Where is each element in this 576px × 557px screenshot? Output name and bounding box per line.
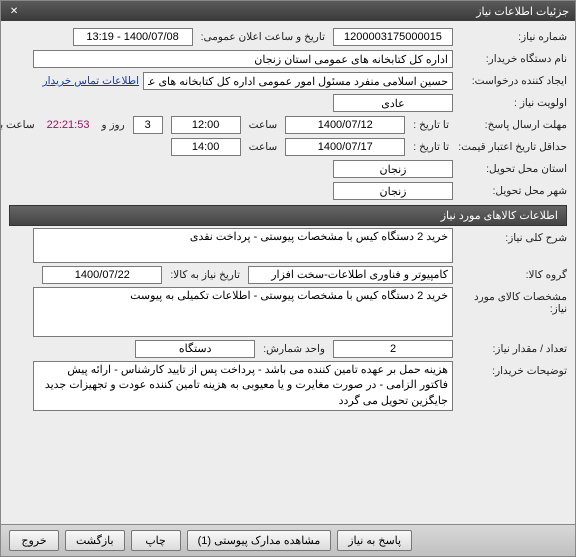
back-button[interactable]: بازگشت — [65, 530, 125, 551]
goods-section-header: اطلاعات کالاهای مورد نیاز — [9, 205, 567, 226]
priority-label: اولویت نیاز : — [457, 97, 567, 109]
valid-date-field[interactable] — [285, 138, 405, 156]
exit-button[interactable]: خروج — [9, 530, 59, 551]
time-label-2: ساعت — [249, 141, 278, 153]
requester-field[interactable] — [143, 72, 453, 90]
deadline-date-field[interactable] — [285, 116, 405, 134]
countdown-timer: 22:21:53 — [43, 119, 94, 131]
qty-field[interactable] — [333, 340, 453, 358]
valid-time-field[interactable] — [171, 138, 241, 156]
buyer-field[interactable] — [33, 50, 453, 68]
qty-label: تعداد / مقدار نیاز: — [457, 343, 567, 355]
notes-field[interactable] — [33, 361, 453, 411]
city-label: شهر محل تحویل: — [457, 185, 567, 197]
time-label-1: ساعت — [249, 119, 278, 131]
need-date-label: تاریخ نیاز به کالا: — [170, 269, 240, 281]
window-title: جزئیات اطلاعات نیاز — [476, 5, 569, 18]
buyer-label: نام دستگاه خریدار: — [457, 53, 567, 65]
deadline-time-field[interactable] — [171, 116, 241, 134]
desc-label: شرح کلی نیاز: — [457, 228, 567, 244]
city-field[interactable] — [333, 182, 453, 200]
content-area: شماره نیاز: تاریخ و ساعت اعلان عمومی: نا… — [1, 21, 575, 524]
unit-field[interactable] — [135, 340, 255, 358]
title-bar: جزئیات اطلاعات نیاز ✕ — [1, 1, 575, 21]
close-icon[interactable]: ✕ — [7, 4, 21, 18]
group-label: گروه کالا: — [457, 269, 567, 281]
unit-label: واحد شمارش: — [263, 343, 325, 355]
print-button[interactable]: چاپ — [131, 530, 181, 551]
to-date-label-2: تا تاریخ : — [413, 141, 449, 153]
need-number-label: شماره نیاز: — [457, 31, 567, 43]
bottom-toolbar: خروج بازگشت چاپ مشاهده مدارک پیوستی (1) … — [1, 524, 575, 556]
to-date-label-1: تا تاریخ : — [413, 119, 449, 131]
reply-button[interactable]: پاسخ به نیاز — [337, 530, 412, 551]
spec-field[interactable] — [33, 287, 453, 337]
min-validity-label: حداقل تاریخ اعتبار قیمت: — [457, 141, 567, 153]
attachments-button[interactable]: مشاهده مدارک پیوستی (1) — [187, 530, 332, 551]
province-label: استان محل تحویل: — [457, 163, 567, 175]
requester-label: ایجاد کننده درخواست: — [457, 75, 567, 87]
spec-label: مشخصات کالای مورد نیاز: — [457, 287, 567, 315]
window-frame: جزئیات اطلاعات نیاز ✕ شماره نیاز: تاریخ … — [0, 0, 576, 557]
announce-label: تاریخ و ساعت اعلان عمومی: — [201, 31, 325, 43]
announce-field[interactable] — [73, 28, 193, 46]
group-field[interactable] — [248, 266, 453, 284]
province-field[interactable] — [333, 160, 453, 178]
days-label: روز و — [101, 119, 124, 131]
contact-link[interactable]: اطلاعات تماس خریدار — [43, 75, 139, 87]
desc-field[interactable] — [33, 228, 453, 263]
priority-field[interactable] — [333, 94, 453, 112]
notes-label: توضیحات خریدار: — [457, 361, 567, 377]
need-number-field[interactable] — [333, 28, 453, 46]
need-date-field[interactable] — [42, 266, 162, 284]
remain-label: ساعت باقی مانده — [1, 119, 35, 131]
deadline-label: مهلت ارسال پاسخ: — [457, 119, 567, 131]
days-remaining-field[interactable] — [133, 116, 163, 134]
